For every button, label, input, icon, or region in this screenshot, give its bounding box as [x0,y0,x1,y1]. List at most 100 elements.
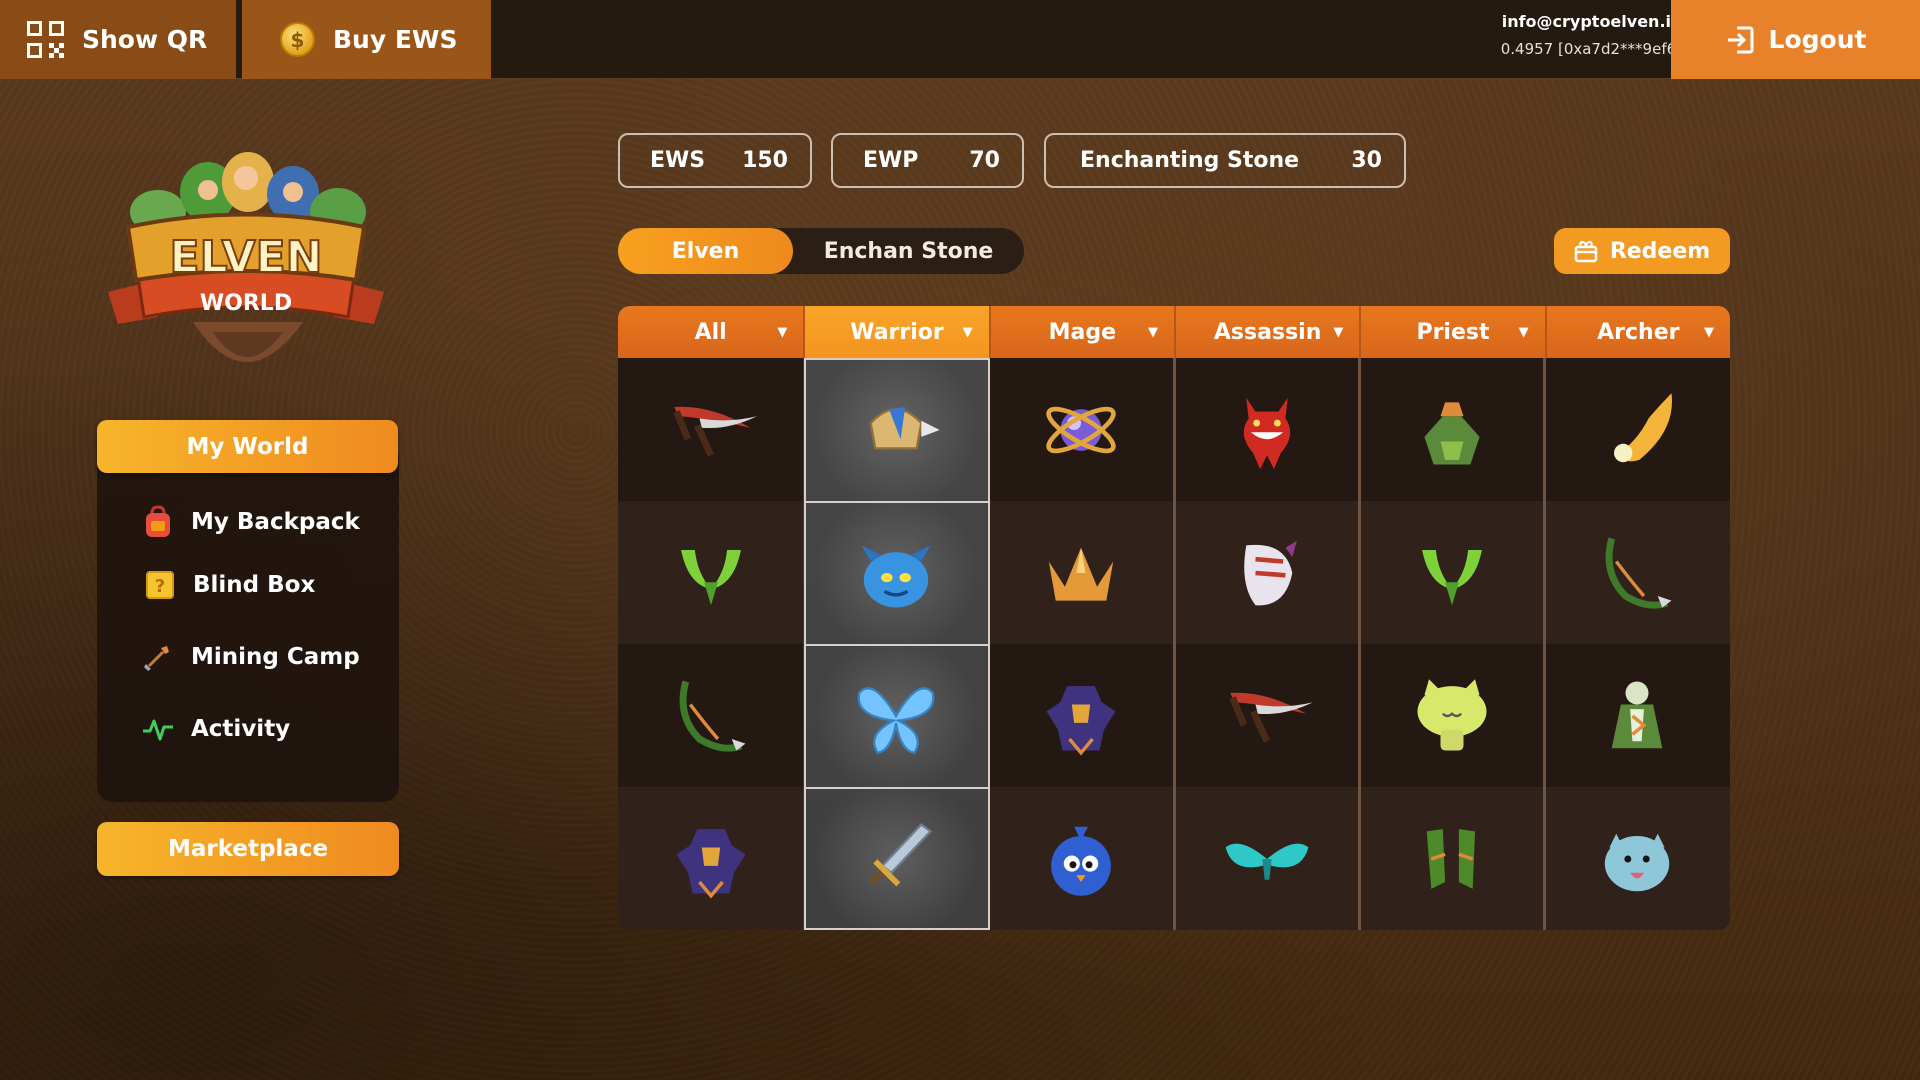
logout-button[interactable]: Logout [1671,0,1920,79]
caret-down-icon: ▼ [1147,325,1158,340]
purple-robe-icon [1046,685,1116,755]
item-slot[interactable] [1359,787,1544,930]
purple-robe-icon [676,828,746,898]
item-slot[interactable] [989,501,1174,644]
caret-down-icon: ▼ [1703,325,1714,340]
balance-name: EWP [863,148,919,173]
item-slot[interactable] [989,644,1174,787]
blue-blob-icon [861,544,931,607]
filter-archer[interactable]: Archer ▼ [1544,306,1730,358]
sidebar-item-my-backpack[interactable]: My Backpack [141,505,360,539]
sidebar-item-label: My Backpack [191,509,360,535]
winged-helmet-icon [869,406,940,450]
category-tabs: Elven Enchan Stone [618,228,1024,274]
green-cat-mushroom-icon [1417,678,1487,750]
item-slot[interactable] [803,644,989,787]
filter-label: Assassin [1213,319,1322,345]
white-mask-icon [1243,540,1297,605]
blue-bird-icon [1051,826,1112,896]
item-slot[interactable] [1174,501,1359,644]
column-divider [1543,358,1546,930]
account-info: info@cryptoelven.io 0.4957 [0xa7d2***9ef… [1501,12,1682,58]
my-world-button[interactable]: My World [97,420,398,473]
item-slot[interactable] [1545,501,1730,644]
filter-label: Priest [1416,319,1490,345]
sword-icon [868,822,933,886]
caret-down-icon: ▼ [1518,325,1529,340]
item-slot[interactable] [1359,501,1544,644]
item-slot[interactable] [1359,644,1544,787]
sidebar-item-activity[interactable]: Activity [141,712,290,746]
item-slot[interactable] [1359,358,1544,501]
buy-ews-label: Buy EWS [333,25,458,54]
item-slot[interactable] [618,787,803,930]
red-demon-icon [1243,397,1290,469]
item-slot[interactable] [803,787,989,930]
account-email: info@cryptoelven.io [1501,12,1682,31]
item-slot[interactable] [1174,358,1359,501]
logo-title: ELVEN [170,232,323,283]
tab-elven[interactable]: Elven [618,228,793,274]
green-vest-icon [1424,401,1480,464]
marketplace-button[interactable]: Marketplace [97,822,399,876]
balance-name: EWS [650,148,706,173]
show-qr-button[interactable]: Show QR [0,0,236,79]
wallet-balance: 0.4957 [0xa7d2***9ef6] [1500,40,1682,58]
ewp-balance: EWP 70 [831,133,1024,188]
item-slot[interactable] [618,501,803,644]
sidebar-item-label: Mining Camp [191,644,360,670]
item-slot[interactable] [1545,644,1730,787]
green-horns-icon [680,549,741,605]
item-slot[interactable] [1545,787,1730,930]
dual-blades-icon [1228,692,1313,743]
sidebar-menu: My Backpack ? Blind Box Mining Camp Acti… [97,455,399,802]
question-box-icon: ? [143,568,177,602]
filter-assassin[interactable]: Assassin ▼ [1173,306,1359,358]
sidebar-item-label: Blind Box [193,572,316,598]
logout-icon [1727,26,1754,53]
balance-name: Enchanting Stone [1080,148,1300,173]
orb-icon [1046,406,1116,453]
item-slot[interactable] [1174,787,1359,930]
item-slot[interactable] [1174,644,1359,787]
green-horns-icon [1422,549,1482,605]
filter-label: All [694,319,727,345]
sidebar-item-mining-camp[interactable]: Mining Camp [141,640,360,674]
show-qr-label: Show QR [82,25,208,54]
filter-priest[interactable]: Priest ▼ [1359,306,1544,358]
green-bow-icon [679,680,746,752]
item-slot[interactable] [989,787,1174,930]
caret-down-icon: ▼ [962,325,973,340]
green-boots-icon [1426,828,1475,889]
item-grid: All ▼ Warrior ▼ Mage ▼ Assassin ▼ Priest… [618,306,1730,930]
filter-label: Archer [1597,319,1680,345]
logout-label: Logout [1768,25,1867,54]
blue-butterfly-icon [857,686,935,754]
redeem-button[interactable]: Redeem [1554,228,1730,274]
sidebar-item-blind-box[interactable]: ? Blind Box [143,568,315,602]
item-slot[interactable] [1545,358,1730,501]
filter-all[interactable]: All ▼ [618,306,803,358]
filter-label: Mage [1048,319,1117,345]
class-filter-header: All ▼ Warrior ▼ Mage ▼ Assassin ▼ Priest… [618,306,1730,358]
green-bow-icon [1605,537,1672,609]
buy-ews-button[interactable]: $ Buy EWS [242,0,491,79]
backpack-icon [141,505,175,539]
redeem-label: Redeem [1609,238,1711,264]
tab-enchan-stone[interactable]: Enchan Stone [793,228,1024,274]
gold-crown-icon [1049,547,1114,601]
pulse-icon [141,712,175,746]
item-slot[interactable] [618,644,803,787]
filter-mage[interactable]: Mage ▼ [988,306,1174,358]
item-slot[interactable] [803,358,989,501]
teal-wings-icon [1225,843,1309,880]
caret-down-icon: ▼ [1333,325,1344,340]
item-slot[interactable] [618,358,803,501]
item-slot[interactable] [989,358,1174,501]
filter-warrior[interactable]: Warrior ▼ [803,306,989,358]
item-slot[interactable] [803,501,989,644]
column-divider [1358,358,1361,930]
balance-value: 70 [969,148,1000,173]
column-divider [1173,358,1176,930]
green-robe-icon [1611,681,1663,748]
